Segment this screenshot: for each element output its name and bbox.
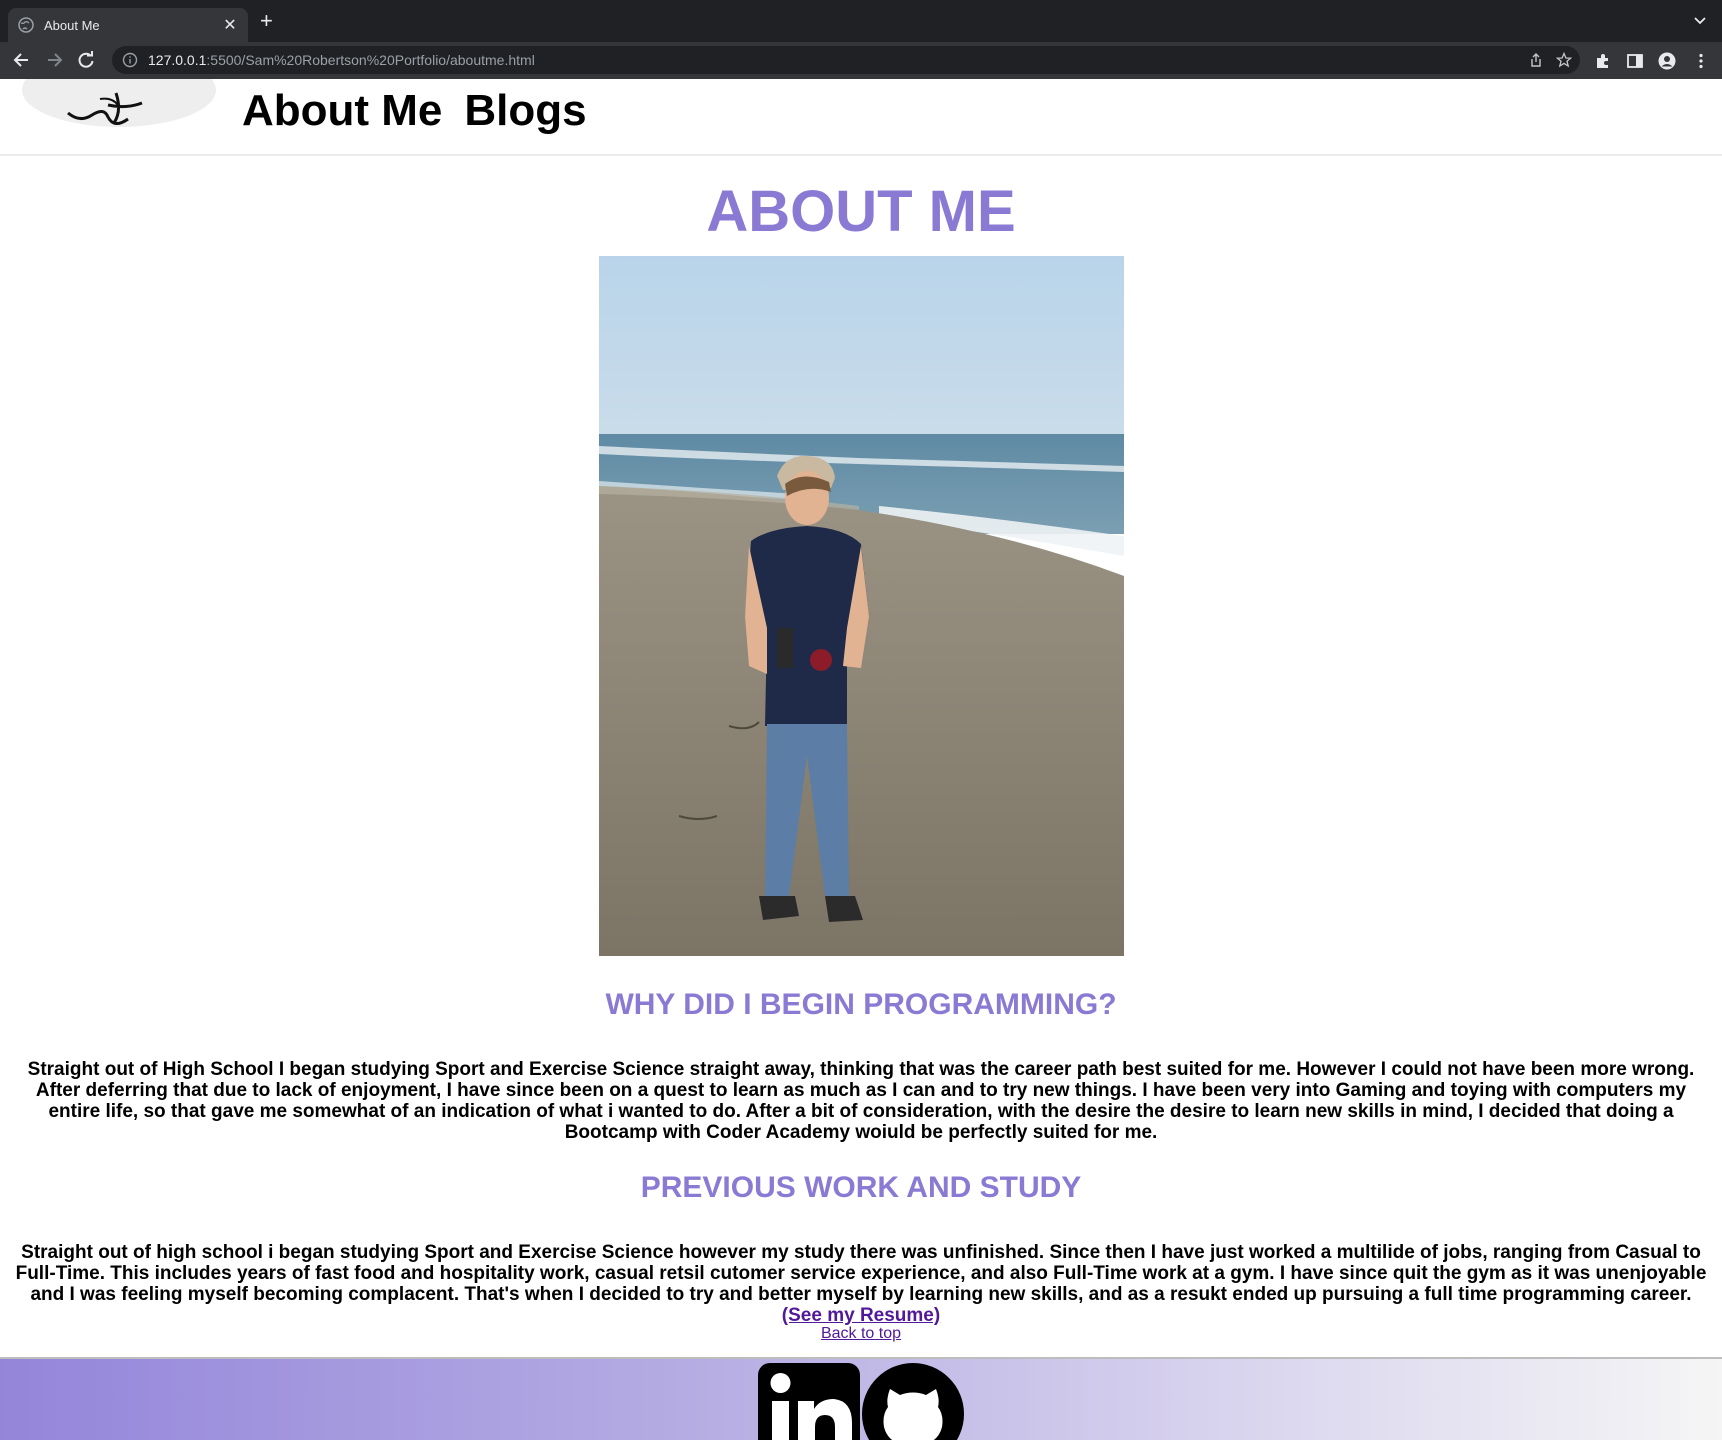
nav-link-about-me[interactable]: About Me bbox=[242, 86, 442, 136]
url-path: :5500/Sam%20Robertson%20Portfolio/aboutm… bbox=[206, 52, 535, 68]
tab-search-chevron-icon[interactable] bbox=[1692, 12, 1708, 33]
browser-toolbar: 127.0.0.1:5500/Sam%20Robertson%20Portfol… bbox=[0, 42, 1722, 79]
bookmark-star-icon[interactable] bbox=[1555, 51, 1573, 68]
address-bar[interactable]: 127.0.0.1:5500/Sam%20Robertson%20Portfol… bbox=[112, 46, 1580, 74]
linkedin-icon[interactable] bbox=[758, 1363, 860, 1440]
reload-icon[interactable] bbox=[76, 50, 96, 70]
browser-tabstrip: About Me ✕ + bbox=[0, 0, 1722, 42]
previous-work-text: Straight out of high school i began stud… bbox=[15, 1242, 1707, 1305]
section-body-why-programming: Straight out of High School I began stud… bbox=[27, 1059, 1695, 1143]
profile-photo bbox=[599, 256, 1124, 956]
globe-icon bbox=[18, 17, 34, 33]
forward-arrow-icon[interactable] bbox=[44, 50, 64, 70]
page-viewport: About Me Blogs ABOUT ME WHY DID I BEGIN … bbox=[0, 79, 1722, 1440]
main-nav: About Me Blogs bbox=[242, 86, 587, 136]
section-body-previous-work: Straight out of high school i began stud… bbox=[12, 1242, 1710, 1326]
back-to-top: Back to top bbox=[0, 1325, 1722, 1343]
github-icon[interactable] bbox=[862, 1363, 964, 1440]
extensions-icon[interactable] bbox=[1594, 52, 1612, 70]
page-title: ABOUT ME bbox=[706, 179, 1016, 244]
back-arrow-icon[interactable] bbox=[12, 50, 32, 70]
site-logo[interactable] bbox=[22, 79, 216, 127]
site-header: About Me Blogs bbox=[0, 79, 1722, 156]
url-text: 127.0.0.1:5500/Sam%20Robertson%20Portfol… bbox=[148, 52, 535, 68]
site-footer bbox=[0, 1357, 1722, 1440]
url-host: 127.0.0.1 bbox=[148, 52, 207, 68]
profile-avatar-icon[interactable] bbox=[1658, 52, 1676, 70]
browser-tab[interactable]: About Me ✕ bbox=[8, 8, 248, 42]
side-panel-icon[interactable] bbox=[1626, 52, 1644, 70]
back-to-top-link[interactable]: Back to top bbox=[821, 1325, 901, 1342]
kebab-menu-icon[interactable] bbox=[1692, 52, 1710, 70]
share-icon[interactable] bbox=[1528, 52, 1544, 68]
new-tab-icon[interactable]: + bbox=[260, 10, 273, 32]
section-heading-why-programming: WHY DID I BEGIN PROGRAMMING? bbox=[605, 988, 1117, 1021]
site-info-icon[interactable] bbox=[122, 52, 138, 68]
close-tab-icon[interactable]: ✕ bbox=[222, 15, 238, 35]
resume-link[interactable]: (See my Resume) bbox=[782, 1305, 940, 1326]
tab-title: About Me bbox=[44, 17, 100, 33]
section-heading-previous-work: PREVIOUS WORK AND STUDY bbox=[640, 1171, 1082, 1204]
nav-link-blogs[interactable]: Blogs bbox=[464, 86, 586, 136]
